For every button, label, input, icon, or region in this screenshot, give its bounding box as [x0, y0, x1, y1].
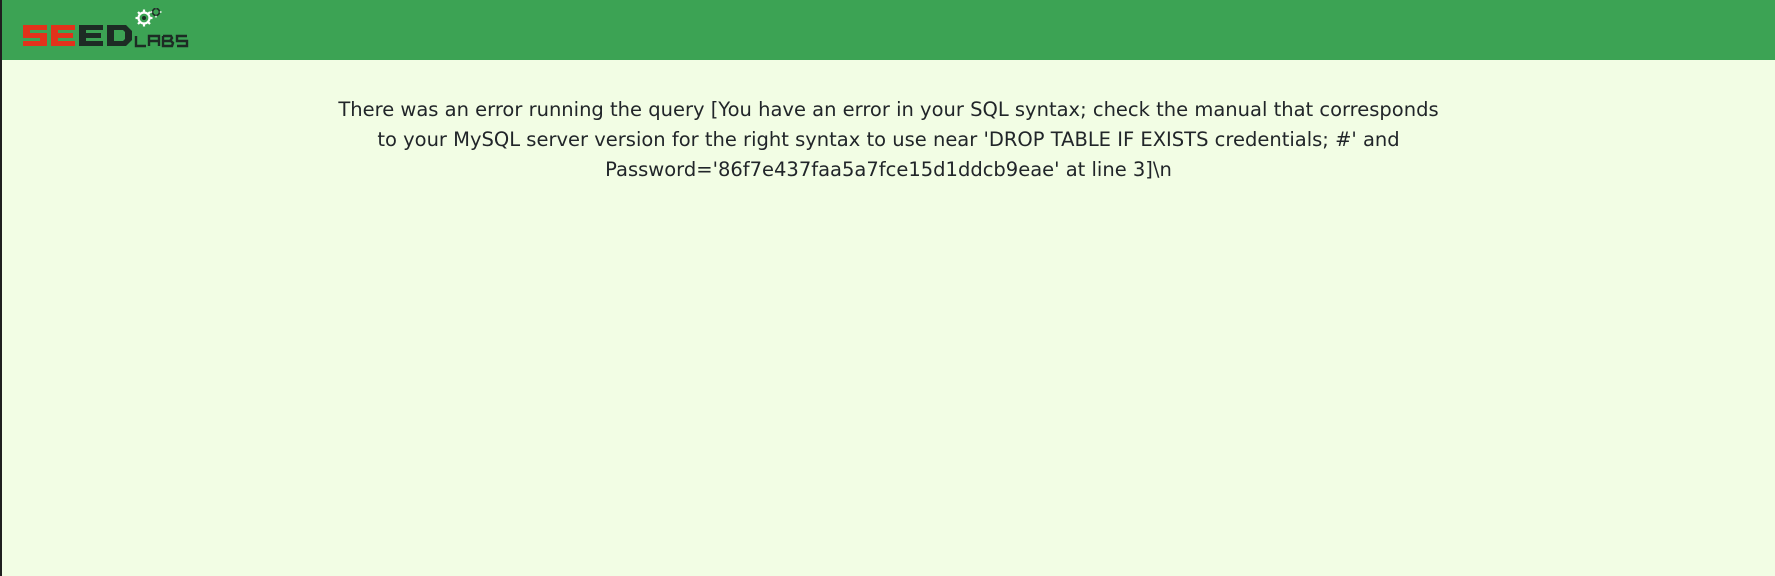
main-content: There was an error running the query [Yo…: [2, 95, 1775, 185]
navbar: [2, 0, 1775, 60]
seed-labs-logo-graphic: [23, 6, 189, 48]
gear-icon: [135, 9, 153, 27]
seed-labs-logo[interactable]: [22, 6, 222, 52]
error-message: There was an error running the query [Yo…: [338, 98, 1439, 181]
window-edge: [0, 0, 2, 576]
